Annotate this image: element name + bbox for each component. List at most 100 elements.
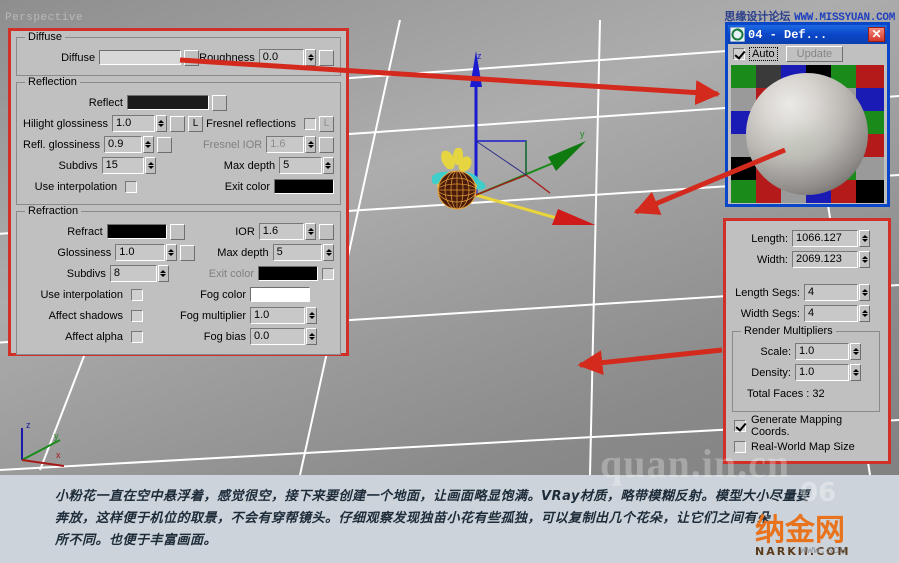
width-segs-spinner[interactable]: [859, 305, 870, 322]
row-refract[interactable]: Refract IOR 1.6: [23, 222, 334, 241]
length-spinner[interactable]: [859, 230, 870, 247]
fog-bias-field[interactable]: 0.0: [250, 328, 305, 345]
hilight-glossiness-field[interactable]: 1.0: [111, 115, 155, 132]
roughness-spinner[interactable]: [305, 49, 316, 66]
refract-exit-color-swatch[interactable]: [258, 266, 319, 281]
refract-use-interpolation-checkbox[interactable]: [131, 288, 143, 301]
diffuse-map-button[interactable]: [184, 49, 200, 66]
refract-max-depth-spinner[interactable]: [323, 244, 334, 261]
roughness-map-button[interactable]: [319, 49, 334, 66]
fresnel-ior-field[interactable]: 1.6: [266, 136, 305, 153]
diffuse-color-swatch[interactable]: [99, 50, 182, 65]
scale-field[interactable]: 1.0: [795, 343, 849, 360]
refract-ior-field[interactable]: 1.6: [258, 223, 304, 240]
flower-model[interactable]: [432, 148, 504, 210]
refl-use-interpolation-checkbox[interactable]: [125, 180, 138, 193]
row-hilight-glossiness[interactable]: Hilight glossiness 1.0 L Fresnel reflect…: [23, 114, 334, 133]
auto-checkbox[interactable]: [733, 48, 745, 60]
row-width-segs[interactable]: Width Segs: 4: [730, 304, 882, 323]
row-refract-use-interpolation[interactable]: Use interpolation Fog color: [23, 285, 334, 304]
density-spinner[interactable]: [850, 364, 861, 381]
refract-color-swatch[interactable]: [106, 224, 167, 239]
refract-glossiness-field[interactable]: 1.0: [115, 244, 165, 261]
fresnel-ior-map-button[interactable]: [319, 136, 335, 153]
refl-subdivs-field[interactable]: 15: [101, 157, 145, 174]
row-scale[interactable]: Scale: 1.0: [739, 342, 873, 361]
refl-glossiness-map-button[interactable]: [156, 136, 172, 153]
row-real-world-map[interactable]: Real-World Map Size: [730, 437, 882, 456]
refract-ior-spinner[interactable]: [305, 223, 316, 240]
reflect-label: Reflect: [88, 96, 123, 109]
length-segs-label: Length Segs:: [735, 286, 800, 299]
refract-glossiness-spinner[interactable]: [165, 244, 177, 261]
roughness-label: Roughness: [199, 51, 255, 64]
row-affect-alpha[interactable]: Affect alpha Fog bias 0.0: [23, 327, 334, 346]
hilight-glossiness-map-button[interactable]: [169, 115, 185, 132]
fog-multiplier-field[interactable]: 1.0: [250, 307, 305, 324]
length-segs-spinner[interactable]: [859, 284, 870, 301]
width-spinner[interactable]: [859, 251, 870, 268]
refl-max-depth-field[interactable]: 5: [279, 157, 322, 174]
vray-material-panel[interactable]: Diffuse Diffuse Roughness 0.0 Reflection…: [8, 28, 349, 356]
row-refract-glossiness[interactable]: Glossiness 1.0 Max depth 5: [23, 243, 334, 262]
scale-spinner[interactable]: [850, 343, 861, 360]
refract-max-depth-field[interactable]: 5: [272, 244, 322, 261]
width-segs-field[interactable]: 4: [804, 305, 858, 322]
reflect-map-button[interactable]: [212, 94, 227, 111]
row-refl-glossiness[interactable]: Refl. glossiness 0.9 Fresnel IOR 1.6: [23, 135, 335, 154]
density-field[interactable]: 1.0: [795, 364, 849, 381]
update-button[interactable]: Update: [785, 46, 844, 62]
refract-subdivs-spinner[interactable]: [157, 265, 169, 282]
row-generate-mapping[interactable]: Generate Mapping Coords.: [730, 413, 882, 438]
refl-max-depth-spinner[interactable]: [322, 157, 334, 174]
refl-subdivs-spinner[interactable]: [145, 157, 157, 174]
svg-text:x: x: [56, 450, 61, 460]
row-length[interactable]: Length: 1066.127: [730, 229, 882, 248]
refract-map-button[interactable]: [169, 223, 185, 240]
fog-multiplier-spinner[interactable]: [306, 307, 317, 324]
affect-shadows-checkbox[interactable]: [131, 309, 143, 322]
fresnel-reflections-checkbox[interactable]: [304, 117, 316, 130]
fog-color-swatch[interactable]: [250, 287, 310, 302]
width-field[interactable]: 2069.123: [792, 251, 858, 268]
refract-subdivs-field[interactable]: 8: [109, 265, 157, 282]
plane-parameters-panel[interactable]: Length: 1066.127 Width: 2069.123 Length …: [723, 218, 891, 464]
refl-exit-color-swatch[interactable]: [274, 179, 334, 194]
hilight-glossiness-spinner[interactable]: [155, 115, 167, 132]
refl-glossiness-field[interactable]: 0.9: [104, 136, 142, 153]
row-density[interactable]: Density: 1.0: [739, 363, 873, 382]
refract-exit-color-checkbox[interactable]: [322, 267, 335, 280]
material-preview-window[interactable]: 04 - Def... ✕ Auto Update: [725, 22, 890, 207]
refract-ior-map-button[interactable]: [319, 223, 334, 240]
fresnel-lock-button[interactable]: L: [319, 115, 334, 132]
row-diffuse[interactable]: Diffuse Roughness 0.0: [23, 48, 334, 67]
viewport-label[interactable]: Perspective: [5, 12, 83, 24]
refract-glossiness-map-button[interactable]: [179, 244, 195, 261]
auto-update-group[interactable]: Auto: [731, 47, 778, 61]
real-world-map-checkbox[interactable]: [734, 440, 746, 453]
fresnel-ior-spinner[interactable]: [305, 136, 317, 153]
svg-text:y: y: [580, 129, 585, 139]
row-refract-subdivs[interactable]: Subdivs 8 Exit color: [23, 264, 335, 283]
row-refl-subdivs[interactable]: Subdivs 15 Max depth 5: [23, 156, 334, 175]
row-refl-use-interpolation[interactable]: Use interpolation Exit color: [23, 177, 334, 196]
generate-mapping-label: Generate Mapping Coords.: [751, 413, 843, 438]
refl-glossiness-spinner[interactable]: [142, 136, 154, 153]
row-affect-shadows[interactable]: Affect shadows Fog multiplier 1.0: [23, 306, 334, 325]
row-width[interactable]: Width: 2069.123: [730, 250, 882, 269]
hilight-glossiness-lock-button[interactable]: L: [187, 115, 203, 132]
reflect-color-swatch[interactable]: [127, 95, 209, 110]
row-length-segs[interactable]: Length Segs: 4: [730, 283, 882, 302]
fresnel-ior-label: Fresnel IOR: [202, 138, 263, 151]
fog-bias-spinner[interactable]: [306, 328, 317, 345]
affect-alpha-checkbox[interactable]: [131, 330, 143, 343]
material-preview-thumbnail[interactable]: [731, 65, 884, 203]
close-icon[interactable]: ✕: [868, 27, 885, 42]
length-field[interactable]: 1066.127: [792, 230, 858, 247]
caption-line-2: 奔放，这样便于机位的取景，不会有穿帮镜头。仔细观察发现独苗小花有些孤独，可以复制…: [55, 511, 771, 526]
row-reflect[interactable]: Reflect: [23, 93, 334, 112]
material-window-titlebar[interactable]: 04 - Def... ✕: [728, 25, 887, 44]
roughness-field[interactable]: 0.0: [258, 49, 304, 66]
length-segs-field[interactable]: 4: [804, 284, 858, 301]
generate-mapping-checkbox[interactable]: [734, 419, 746, 432]
